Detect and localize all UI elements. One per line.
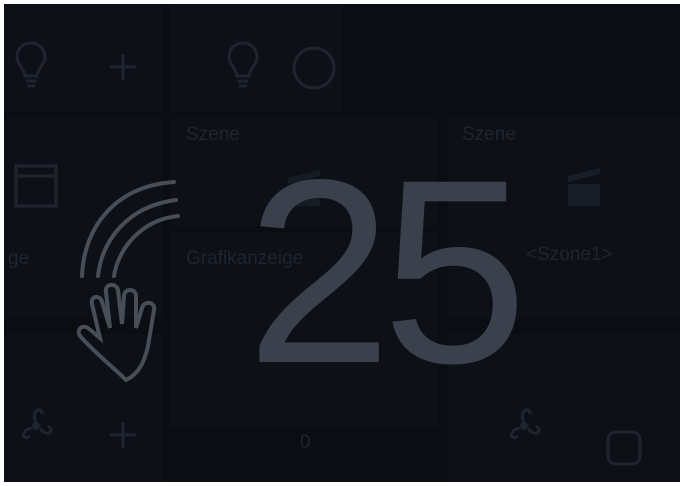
bottom-value: 0 — [300, 432, 311, 453]
touch-panel-screen: Szene Szene ge Grafikanzeige <Szone1> 0 — [4, 4, 680, 482]
bulb-icon — [226, 40, 260, 90]
power-icon[interactable] — [290, 44, 338, 92]
zone-label: <Szone1> — [526, 244, 613, 265]
countdown-number: 25 — [246, 125, 527, 418]
power-icon[interactable] — [604, 428, 644, 468]
plus-icon[interactable] — [108, 420, 138, 450]
fan-icon — [16, 404, 56, 448]
plus-icon[interactable] — [108, 52, 138, 82]
scene-label-center: Szene — [186, 124, 240, 145]
window-icon — [14, 164, 58, 208]
bulb-icon — [14, 40, 48, 90]
wave-hand-icon — [66, 176, 186, 386]
clapperboard-icon — [564, 162, 604, 210]
graphic-display-label-partial: ge — [8, 248, 30, 269]
